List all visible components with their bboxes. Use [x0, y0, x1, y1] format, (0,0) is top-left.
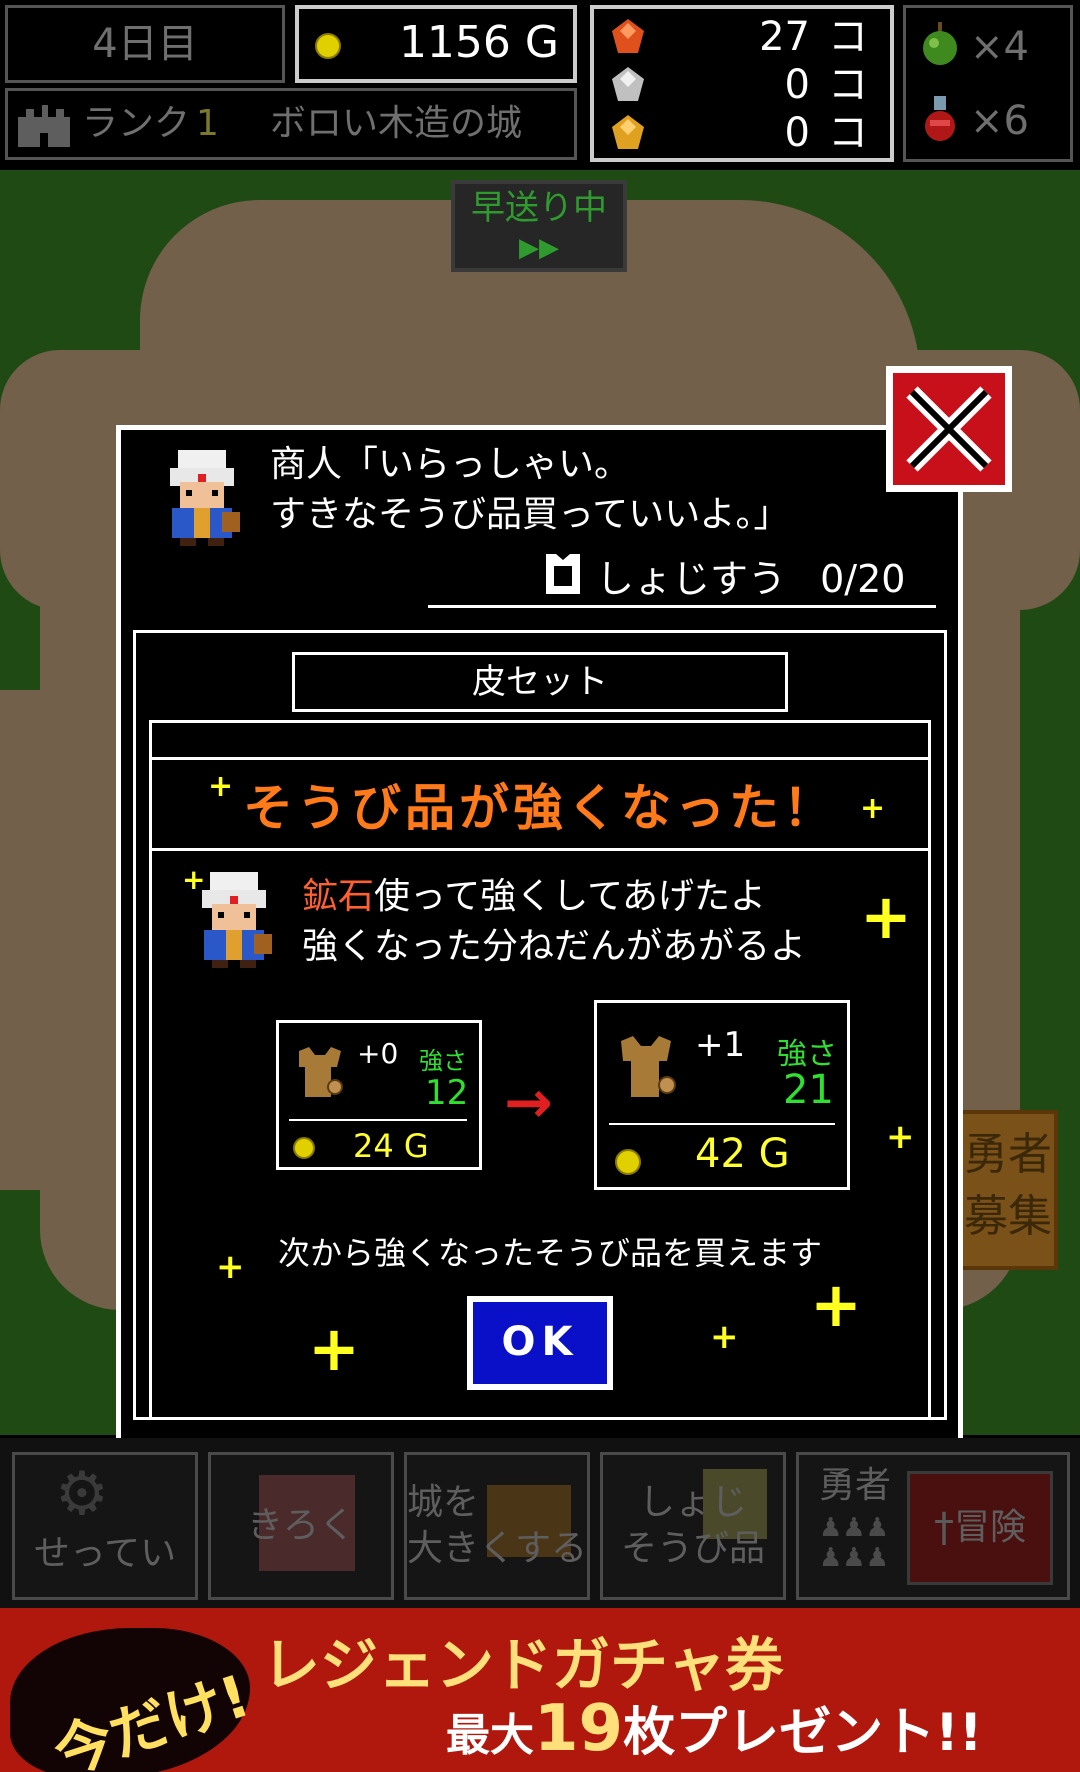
gold-gem-icon: [612, 115, 644, 149]
item-card-after: +1 強さ 21 42 G: [594, 1000, 850, 1190]
equipment-set-tab[interactable]: 皮セット: [292, 652, 788, 712]
sparkle-icon: +: [710, 1317, 739, 1357]
upgrade-footer-text: 次から強くなったそうび品を買えます: [278, 1234, 823, 1272]
sword-icon: †: [933, 1505, 954, 1551]
consumable-counter: ×4 ×6: [903, 5, 1073, 162]
inventory-count: しょじすう 0/20: [596, 557, 906, 601]
ore-row-red: 27 コ: [594, 15, 890, 59]
gold-amount: 1156 G: [398, 17, 559, 68]
divider: [428, 605, 936, 608]
upgrade-message: 鉱石使って強くしてあげたよ 強くなった分ねだんがあがるよ: [302, 876, 807, 967]
silver-gem-icon: [612, 67, 644, 101]
ore-highlight: 鉱石: [302, 876, 375, 917]
armor-icon: [546, 554, 580, 594]
leather-armor-icon: [299, 1047, 343, 1097]
sparkle-icon: +: [860, 880, 912, 953]
close-x-icon: [906, 386, 992, 472]
item-card-before: +0 強さ 12 24 G: [276, 1020, 482, 1170]
hero-recruit-sign[interactable]: 勇者募集: [958, 1110, 1058, 1270]
close-button[interactable]: [886, 366, 1012, 492]
apple-icon: [923, 22, 957, 65]
ok-button[interactable]: OK: [467, 1296, 613, 1390]
sparkle-icon: +: [860, 791, 886, 826]
gear-icon: ⚙: [55, 1459, 109, 1529]
hero-party-icon: ♟♟♟ ♟♟♟: [819, 1513, 889, 1573]
castle-icon: [18, 105, 70, 147]
potion-icon: [925, 96, 955, 141]
leather-armor-icon: [621, 1036, 676, 1097]
sparkle-icon: +: [216, 1247, 245, 1287]
merchant-greeting: 商人「いらっしゃい。 すきなそうび品買っていいよ。」: [270, 444, 790, 535]
rank-display: ランク 1 ボロい木造の城: [5, 88, 577, 160]
red-gem-icon: [612, 19, 644, 53]
rank-value: 1: [196, 103, 219, 144]
gold-coin-icon: [293, 1137, 315, 1159]
ad-subline: 最大19枚プレゼント!!: [446, 1692, 983, 1766]
gold-display: 1156 G: [295, 5, 577, 83]
sparkle-icon: +: [308, 1312, 360, 1385]
gold-coin-icon: [615, 1149, 641, 1175]
upgrade-arrow-icon: →: [504, 1068, 553, 1136]
settings-button[interactable]: ⚙ せってい: [12, 1452, 198, 1600]
day-counter: 4日目: [5, 5, 285, 83]
fast-forward-icon: ▶▶: [519, 233, 559, 263]
castle-name: ボロい木造の城: [270, 103, 523, 144]
records-button[interactable]: きろく: [208, 1452, 394, 1600]
upgrade-banner-title: そうび品が強くなった！: [243, 779, 837, 837]
ore-row-silver: 0 コ: [594, 63, 890, 107]
owned-equipment-button[interactable]: しょじ そうび品: [600, 1452, 786, 1600]
ore-counter: 27 コ 0 コ 0 コ: [590, 5, 894, 162]
gold-coin-icon: [315, 33, 341, 59]
fast-forward-indicator[interactable]: 早送り中 ▶▶: [451, 180, 627, 272]
adventure-action: † 冒険: [907, 1471, 1053, 1585]
sparkle-icon: +: [810, 1268, 862, 1341]
ore-row-gold: 0 コ: [594, 111, 890, 155]
adventure-button[interactable]: 勇者 ♟♟♟ ♟♟♟ † 冒険: [796, 1452, 1070, 1600]
sparkle-icon: +: [208, 769, 234, 804]
ad-banner[interactable]: 今だけ! レジェンドガチャ券 最大19枚プレゼント!!: [0, 1608, 1080, 1772]
merchant-avatar: [170, 450, 240, 546]
merchant-avatar: [202, 872, 272, 968]
sparkle-icon: +: [886, 1117, 915, 1157]
expand-castle-button[interactable]: 城を 大きくする: [404, 1452, 590, 1600]
rank-label: ランク: [82, 103, 191, 144]
